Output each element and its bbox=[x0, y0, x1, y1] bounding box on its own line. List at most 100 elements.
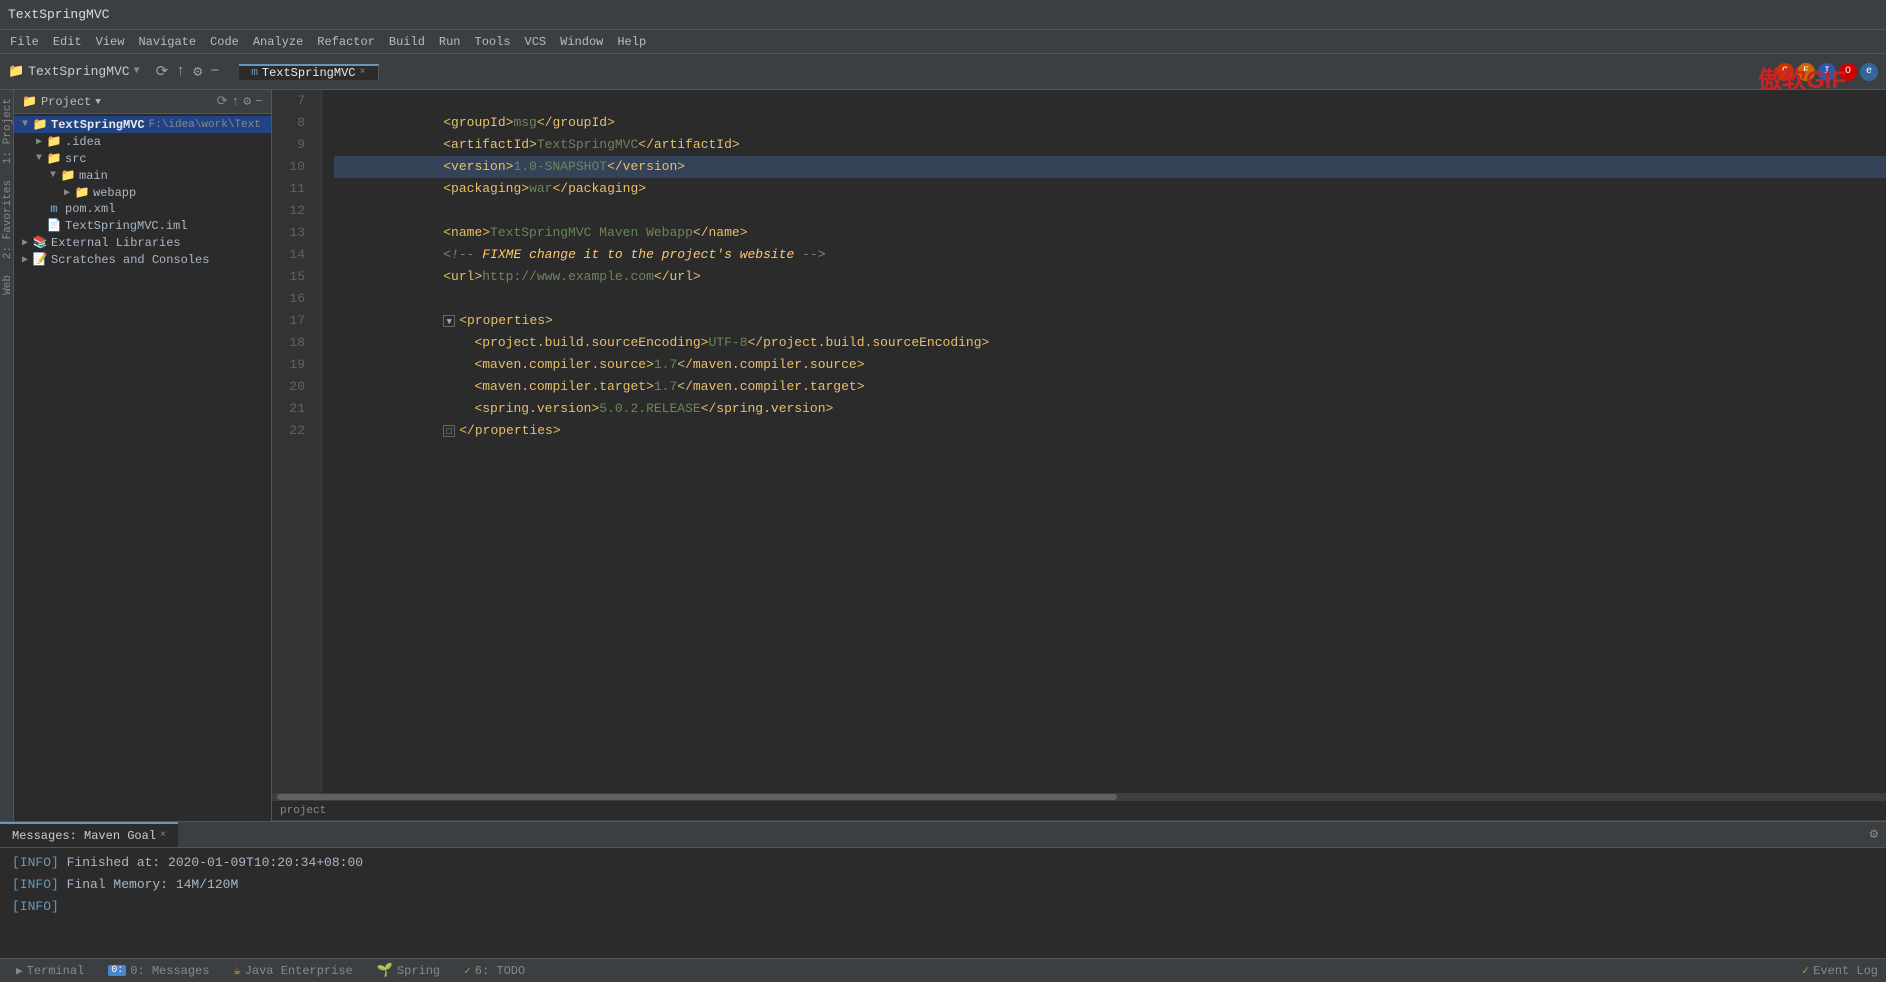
sync-project-icon[interactable]: ⟳ bbox=[217, 94, 228, 109]
console-line-1: [INFO] Finished at: 2020-01-09T10:20:34+… bbox=[12, 852, 1874, 874]
statusbar-messages[interactable]: 0: 0: Messages bbox=[100, 964, 217, 978]
menu-item-tools[interactable]: Tools bbox=[469, 33, 517, 51]
firefox-icon[interactable]: F bbox=[1797, 63, 1815, 81]
tree-item-src[interactable]: ▼ 📁 src bbox=[14, 150, 271, 167]
bottom-tabs: Messages: Maven Goal × ⚙ bbox=[0, 822, 1886, 848]
tree-icon-iml: 📄 bbox=[46, 218, 62, 233]
line-num-10: 10 bbox=[272, 156, 313, 178]
folder-icon: 📁 bbox=[22, 94, 37, 109]
menu-item-view[interactable]: View bbox=[90, 33, 131, 51]
statusbar-todo[interactable]: ✓ 6: TODO bbox=[456, 964, 533, 978]
tree-arrow-webapp: ▶ bbox=[60, 187, 74, 199]
tree-icon-extlib: 📚 bbox=[32, 235, 48, 250]
tree-item-main[interactable]: ▼ 📁 main bbox=[14, 167, 271, 184]
menu-item-edit[interactable]: Edit bbox=[47, 33, 88, 51]
line-num-11: 11 bbox=[272, 178, 313, 200]
menu-item-window[interactable]: Window bbox=[554, 33, 609, 51]
tree-label-pom: pom.xml bbox=[65, 202, 115, 216]
event-log-icon: ✓ bbox=[1802, 963, 1809, 978]
statusbar-terminal[interactable]: ▶ Terminal bbox=[8, 964, 92, 978]
tree-icon-scratches: 📝 bbox=[32, 252, 48, 267]
side-tab-favorites[interactable]: 2: Favorites bbox=[0, 172, 13, 267]
titlebar: TextSpringMVC 傲软GIF bbox=[0, 0, 1886, 30]
bottom-tab-label: Messages: Maven Goal bbox=[12, 829, 156, 843]
tree-icon-main: 📁 bbox=[60, 168, 76, 183]
close-project-icon[interactable]: − bbox=[255, 94, 263, 109]
toolbar-sync-icon[interactable]: ⟳ bbox=[156, 62, 169, 81]
toolbar-settings-icon[interactable]: ⚙ bbox=[193, 62, 202, 81]
java-label: Java Enterprise bbox=[245, 964, 353, 978]
project-header-icons: ⟳ ↑ ⚙ − bbox=[217, 94, 263, 109]
side-tab-web[interactable]: Web bbox=[0, 267, 13, 303]
code-scrollbar[interactable] bbox=[272, 793, 1886, 801]
tree-label-webapp: webapp bbox=[93, 186, 136, 200]
tab-close-button[interactable]: × bbox=[360, 67, 366, 78]
toolbar-dropdown-arrow[interactable]: ▼ bbox=[134, 66, 140, 77]
menu-item-help[interactable]: Help bbox=[611, 33, 652, 51]
menu-item-file[interactable]: File bbox=[4, 33, 45, 51]
fold-marker-21[interactable]: □ bbox=[443, 425, 455, 437]
event-log-label[interactable]: Event Log bbox=[1813, 964, 1878, 978]
tree-arrow-root: ▼ bbox=[18, 119, 32, 130]
menu-item-code[interactable]: Code bbox=[204, 33, 245, 51]
tree-label-iml: TextSpringMVC.iml bbox=[65, 219, 187, 233]
statusbar-java[interactable]: ☕ Java Enterprise bbox=[225, 963, 360, 978]
chrome-icon[interactable]: C bbox=[1776, 63, 1794, 81]
code-editor[interactable]: 7 8 9 10 11 12 13 14 15 16 17 18 19 20 2… bbox=[272, 90, 1886, 793]
tree-label-extlib: External Libraries bbox=[51, 236, 181, 250]
line-num-9: 9 bbox=[272, 134, 313, 156]
edge-icon[interactable]: e bbox=[1860, 63, 1878, 81]
code-line-22 bbox=[334, 420, 1886, 442]
tree-item-idea[interactable]: ▶ 📁 .idea bbox=[14, 133, 271, 150]
toolbar-up-icon[interactable]: ↑ bbox=[176, 63, 185, 80]
code-content[interactable]: <groupId>msg</groupId> <artifactId>TextS… bbox=[322, 90, 1886, 793]
editor-tab-pom[interactable]: m TextSpringMVC × bbox=[239, 64, 378, 80]
tab-label: TextSpringMVC bbox=[262, 66, 356, 80]
tree-item-webapp[interactable]: ▶ 📁 webapp bbox=[14, 184, 271, 201]
bottom-panel: Messages: Maven Goal × ⚙ [INFO] Finished… bbox=[0, 821, 1886, 958]
toolbar-minus-icon[interactable]: − bbox=[210, 63, 219, 80]
spring-label: Spring bbox=[397, 964, 440, 978]
line-num-20: 20 bbox=[272, 376, 313, 398]
messages-label: 0: Messages bbox=[130, 964, 209, 978]
menu-item-refactor[interactable]: Refactor bbox=[311, 33, 381, 51]
side-tab-project[interactable]: 1: Project bbox=[0, 90, 13, 172]
statusbar-spring[interactable]: 🌱 Spring bbox=[369, 963, 448, 978]
editor-area: 7 8 9 10 11 12 13 14 15 16 17 18 19 20 2… bbox=[272, 90, 1886, 821]
line-num-7: 7 bbox=[272, 90, 313, 112]
menu-item-build[interactable]: Build bbox=[383, 33, 431, 51]
terminal-label: Terminal bbox=[27, 964, 85, 978]
tree-item-iml[interactable]: ▶ 📄 TextSpringMVC.iml bbox=[14, 217, 271, 234]
opera-icon[interactable]: O bbox=[1839, 63, 1857, 81]
tree-item-extlib[interactable]: ▶ 📚 External Libraries bbox=[14, 234, 271, 251]
tree-item-root[interactable]: ▼ 📁 TextSpringMVC F:\idea\work\Text bbox=[14, 116, 271, 133]
menu-item-analyze[interactable]: Analyze bbox=[247, 33, 309, 51]
tree-label-scratches: Scratches and Consoles bbox=[51, 253, 209, 267]
toolbar-project-name: TextSpringMVC bbox=[28, 64, 129, 79]
tree-item-scratches[interactable]: ▶ 📝 Scratches and Consoles bbox=[14, 251, 271, 268]
fold-marker-16[interactable]: ▼ bbox=[443, 315, 455, 327]
line-num-8: 8 bbox=[272, 112, 313, 134]
console-line-3: [INFO] bbox=[12, 896, 1874, 918]
line-num-12: 12 bbox=[272, 200, 313, 222]
bottom-settings-icon[interactable]: ⚙ bbox=[1862, 822, 1886, 847]
bottom-tab-messages[interactable]: Messages: Maven Goal × bbox=[0, 822, 178, 847]
tree-item-pom[interactable]: ▶ m pom.xml bbox=[14, 201, 271, 217]
scrollbar-thumb[interactable] bbox=[277, 794, 1117, 800]
tree-label-root: TextSpringMVC bbox=[51, 118, 145, 132]
menu-item-vcs[interactable]: VCS bbox=[519, 33, 553, 51]
java-icon: ☕ bbox=[233, 963, 240, 978]
collapse-icon[interactable]: ↑ bbox=[232, 94, 240, 109]
menu-item-run[interactable]: Run bbox=[433, 33, 467, 51]
code-line-7: <groupId>msg</groupId> bbox=[334, 90, 1886, 112]
breadcrumb: project bbox=[272, 801, 1886, 821]
ie-icon[interactable]: I bbox=[1818, 63, 1836, 81]
console-line-2: [INFO] Final Memory: 14M/120M bbox=[12, 874, 1874, 896]
menu-item-navigate[interactable]: Navigate bbox=[132, 33, 202, 51]
bottom-tab-close[interactable]: × bbox=[160, 830, 166, 841]
project-panel: 📁 Project ▼ ⟳ ↑ ⚙ − ▼ 📁 TextSpringMVC F:… bbox=[14, 90, 272, 821]
settings-project-icon[interactable]: ⚙ bbox=[243, 94, 251, 109]
dropdown-arrow[interactable]: ▼ bbox=[95, 97, 100, 107]
project-dropdown[interactable]: Project ▼ bbox=[41, 95, 101, 109]
todo-label: 6: TODO bbox=[475, 964, 525, 978]
